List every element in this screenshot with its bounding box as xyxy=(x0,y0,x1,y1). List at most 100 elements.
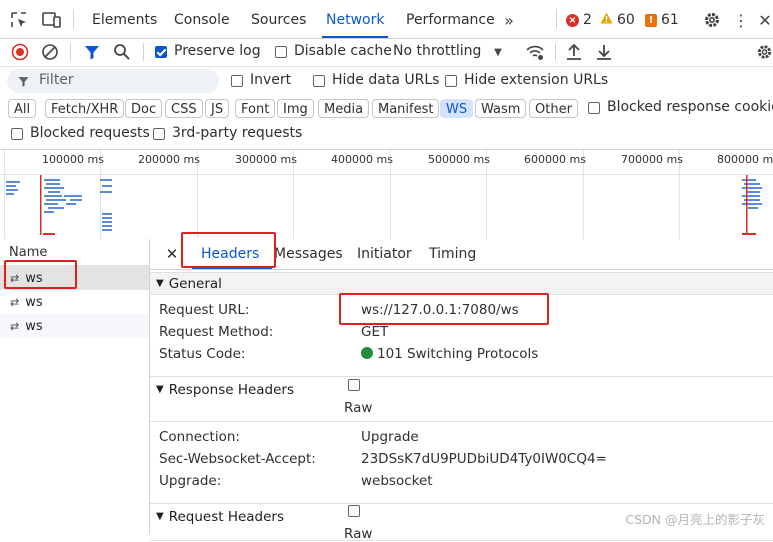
invert-checkbox[interactable] xyxy=(231,75,243,87)
double-chevron-right-icon[interactable]: » xyxy=(500,11,518,30)
type-chip-manifest[interactable]: Manifest xyxy=(372,99,440,118)
hide-extension-urls-checkbox[interactable] xyxy=(445,75,457,87)
separator xyxy=(73,9,74,29)
third-party-requests-checkbox[interactable] xyxy=(153,128,165,140)
type-chip-img[interactable]: Img xyxy=(277,99,314,118)
general-section-header[interactable]: ▼ General xyxy=(150,272,773,295)
request-name: ws xyxy=(25,318,43,334)
clear-icon[interactable] xyxy=(41,43,59,61)
raw-label: Raw xyxy=(344,400,373,416)
separator xyxy=(143,43,144,61)
funnel-icon xyxy=(16,74,30,88)
error-icon: × xyxy=(566,13,579,27)
triangle-down-icon: ▼ xyxy=(156,278,164,289)
separator xyxy=(556,9,557,29)
section-title: General xyxy=(168,275,222,292)
header-key: Request URL: xyxy=(159,302,250,318)
tick-label: 200000 ms xyxy=(138,153,200,166)
warning-count: 60 xyxy=(617,12,635,28)
close-icon[interactable]: ✕ xyxy=(164,245,180,263)
type-chip-other[interactable]: Other xyxy=(529,99,578,118)
highlight-box xyxy=(339,293,549,325)
status-code-value: 101 Switching Protocols xyxy=(361,346,538,362)
inspect-element-icon[interactable] xyxy=(9,10,29,30)
issue-count: 61 xyxy=(661,12,679,28)
request-row[interactable]: ⇄ ws xyxy=(0,314,149,338)
issue-count-badge[interactable]: ! 61 xyxy=(645,11,679,29)
type-chip-wasm[interactable]: Wasm xyxy=(475,99,527,118)
header-value: websocket xyxy=(361,473,433,489)
error-count: 2 xyxy=(583,12,592,28)
preserve-log-label: Preserve log xyxy=(174,43,261,59)
websocket-icon: ⇄ xyxy=(10,295,20,309)
search-icon[interactable] xyxy=(113,43,131,61)
status-dot-icon xyxy=(361,347,373,359)
error-count-badge[interactable]: × 2 xyxy=(566,11,592,29)
triangle-down-icon: ▼ xyxy=(156,511,164,522)
request-detail-panel: ✕ Headers Messages Initiator Timing ▼ Ge… xyxy=(150,239,773,542)
devtools-tab-bar: Elements Console Sources Network Perform… xyxy=(0,0,773,39)
type-chip-font[interactable]: Font xyxy=(235,99,276,118)
record-stop-icon[interactable] xyxy=(11,43,29,61)
warning-count-badge[interactable]: 60 xyxy=(600,11,635,29)
preserve-log-checkbox[interactable] xyxy=(155,46,167,58)
disable-cache-label: Disable cache xyxy=(294,43,392,59)
hide-data-urls-checkbox[interactable] xyxy=(313,75,325,87)
close-icon[interactable]: ✕ xyxy=(758,11,772,30)
type-chip-doc[interactable]: Doc xyxy=(125,99,163,118)
download-icon[interactable] xyxy=(595,43,613,61)
tab-elements[interactable]: Elements xyxy=(92,0,157,38)
header-key: Sec-Websocket-Accept: xyxy=(159,451,316,467)
tab-performance[interactable]: Performance xyxy=(406,0,495,38)
tab-console[interactable]: Console xyxy=(174,0,230,38)
watermark: CSDN @月亮上的影子灰 xyxy=(625,512,765,527)
network-overview[interactable]: 100000 ms 200000 ms 300000 ms 400000 ms … xyxy=(0,149,773,240)
upload-icon[interactable] xyxy=(565,43,583,61)
throttling-select[interactable]: No throttling xyxy=(393,43,481,59)
kebab-menu-icon[interactable]: ⋮ xyxy=(733,10,749,30)
type-chip-ws[interactable]: WS xyxy=(440,99,474,118)
filter-input[interactable]: Filter xyxy=(7,69,219,93)
header-key: Request Method: xyxy=(159,324,274,340)
third-party-requests-label: 3rd-party requests xyxy=(172,125,303,141)
tick-label: 800000 ms xyxy=(717,153,773,166)
request-name: ws xyxy=(25,294,43,310)
request-row[interactable]: ⇄ ws xyxy=(0,290,149,314)
tab-timing[interactable]: Timing xyxy=(429,239,476,269)
overview-activity-graph xyxy=(6,175,762,235)
device-toolbar-icon[interactable] xyxy=(41,10,63,30)
tab-messages[interactable]: Messages xyxy=(274,239,343,269)
type-chip-js[interactable]: JS xyxy=(205,99,230,118)
invert-label: Invert xyxy=(250,72,292,88)
blocked-response-cookies-checkbox[interactable] xyxy=(588,102,600,114)
disable-cache-checkbox[interactable] xyxy=(275,46,287,58)
raw-checkbox[interactable] xyxy=(348,505,360,517)
network-conditions-icon[interactable] xyxy=(525,43,545,61)
network-settings-gear-icon[interactable] xyxy=(756,43,773,61)
tick-label: 700000 ms xyxy=(621,153,683,166)
type-chip-fetch-xhr[interactable]: Fetch/XHR xyxy=(45,99,125,118)
warning-icon xyxy=(600,12,613,28)
section-title: Request Headers xyxy=(168,509,285,525)
hide-data-urls-label: Hide data URLs xyxy=(332,72,440,88)
caret-down-icon[interactable]: ▼ xyxy=(492,45,504,59)
header-key: Upgrade: xyxy=(159,473,222,489)
type-chip-css[interactable]: CSS xyxy=(165,99,203,118)
status-text: 101 Switching Protocols xyxy=(377,346,539,362)
tick-label: 100000 ms xyxy=(42,153,104,166)
tab-network[interactable]: Network xyxy=(321,0,389,38)
separator xyxy=(555,43,556,61)
response-headers-section-header[interactable]: ▼ Response Headers xyxy=(150,376,773,422)
type-chip-all[interactable]: All xyxy=(8,99,37,118)
highlight-box xyxy=(181,232,276,268)
tab-sources[interactable]: Sources xyxy=(251,0,306,38)
raw-checkbox[interactable] xyxy=(348,379,360,391)
gear-icon[interactable] xyxy=(702,10,722,30)
type-chip-media[interactable]: Media xyxy=(318,99,370,118)
filter-funnel-icon[interactable] xyxy=(83,43,101,61)
header-value: Upgrade xyxy=(361,429,419,445)
websocket-icon: ⇄ xyxy=(10,319,20,333)
blocked-requests-checkbox[interactable] xyxy=(11,128,23,140)
blocked-requests-label: Blocked requests xyxy=(30,125,150,141)
tab-initiator[interactable]: Initiator xyxy=(357,239,412,269)
